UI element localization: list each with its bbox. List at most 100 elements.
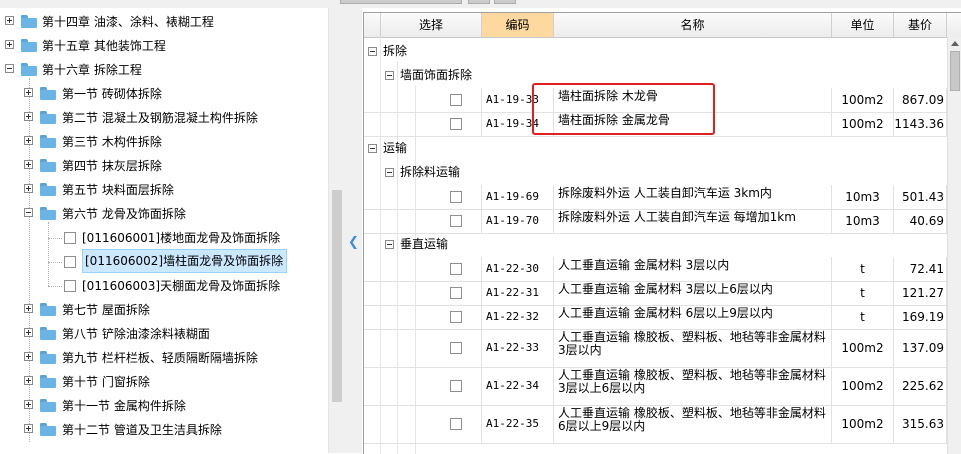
header-select[interactable]: 选择 bbox=[381, 13, 482, 37]
collapse-icon[interactable] bbox=[5, 64, 14, 73]
header-indent bbox=[364, 13, 381, 37]
cell-unit: 100m2 bbox=[832, 112, 894, 136]
grid-scrollbar[interactable] bbox=[947, 37, 961, 454]
expand-icon[interactable] bbox=[24, 184, 33, 193]
scroll-up-icon[interactable] bbox=[951, 41, 959, 46]
table-row[interactable]: A1-19-69 拆除废料外运 人工装自卸汽车运 3km内 10m3 501.43 bbox=[364, 185, 947, 210]
leaf-checkbox[interactable] bbox=[64, 256, 76, 268]
header-unit[interactable]: 单位 bbox=[832, 13, 894, 37]
expand-icon[interactable] bbox=[24, 376, 33, 385]
row-checkbox[interactable] bbox=[450, 94, 462, 106]
collapse-icon[interactable] bbox=[368, 47, 377, 56]
expand-icon[interactable] bbox=[24, 304, 33, 313]
folder-icon bbox=[40, 135, 56, 148]
expand-icon[interactable] bbox=[24, 160, 33, 169]
panel-splitter[interactable]: ❮ bbox=[346, 8, 362, 453]
tree-label: 第十五章 其他装饰工程 bbox=[42, 39, 166, 53]
cell-code: A1-19-70 bbox=[482, 209, 554, 233]
collapse-icon[interactable] bbox=[385, 240, 394, 249]
header-code[interactable]: 编码 bbox=[482, 13, 554, 37]
folder-icon bbox=[40, 327, 56, 340]
collapse-left-icon[interactable]: ❮ bbox=[348, 236, 359, 249]
row-checkbox[interactable] bbox=[450, 418, 462, 430]
header-name[interactable]: 名称 bbox=[554, 13, 832, 37]
toolbar-field[interactable] bbox=[340, 0, 462, 4]
cell-code: A1-22-30 bbox=[482, 257, 554, 281]
cell-select bbox=[416, 367, 482, 405]
tree-label: 第十四章 油漆、涂料、裱糊工程 bbox=[42, 15, 214, 29]
collapse-icon[interactable] bbox=[385, 168, 394, 177]
cell-name: 拆除废料外运 人工装自卸汽车运 3km内 bbox=[554, 185, 832, 209]
folder-icon bbox=[40, 399, 56, 412]
group-row-demolish[interactable]: 拆除 bbox=[364, 40, 947, 62]
table-row[interactable]: A1-22-30 人工垂直运输 金属材料 3层以内 t 72.41 bbox=[364, 257, 947, 282]
table-row[interactable]: A1-22-32 人工垂直运输 金属材料 6层以上9层以内 t 169.19 bbox=[364, 305, 947, 330]
tree-connector bbox=[29, 78, 30, 442]
cell-code: A1-22-31 bbox=[482, 281, 554, 305]
table-row[interactable]: A1-22-34 人工垂直运输 橡胶板、塑料板、地毡等非金属材料3层以上6层以内 1… bbox=[364, 367, 947, 406]
table-row[interactable]: A1-22-33 人工垂直运输 橡胶板、塑料板、地毡等非金属材料3层以内 100m2… bbox=[364, 329, 947, 368]
expand-icon[interactable] bbox=[5, 16, 14, 25]
collapse-icon[interactable] bbox=[385, 71, 394, 80]
tree-label: 第二节 混凝土及钢筋混凝土构件拆除 bbox=[62, 111, 258, 125]
expand-icon[interactable] bbox=[24, 328, 33, 337]
cell-unit: t bbox=[832, 305, 894, 329]
tree-label: 第十二节 管道及卫生洁具拆除 bbox=[62, 423, 222, 437]
cell-price: 72.41 bbox=[894, 257, 947, 281]
row-checkbox[interactable] bbox=[450, 311, 462, 323]
row-checkbox[interactable] bbox=[450, 342, 462, 354]
row-checkbox[interactable] bbox=[450, 118, 462, 130]
group-label: 拆除料运输 bbox=[400, 165, 461, 179]
folder-icon bbox=[40, 423, 56, 436]
toolbar-button[interactable] bbox=[494, 0, 516, 4]
expand-icon[interactable] bbox=[5, 40, 14, 49]
tree-scrollbar[interactable] bbox=[328, 8, 346, 453]
expand-icon[interactable] bbox=[24, 136, 33, 145]
cell-name: 人工垂直运输 金属材料 6层以上9层以内 bbox=[554, 305, 832, 329]
group-row-vertical[interactable]: 垂直运输 bbox=[364, 233, 947, 255]
cell-price: 501.43 bbox=[894, 185, 947, 209]
cell-unit: t bbox=[832, 281, 894, 305]
header-price[interactable]: 基价 bbox=[894, 13, 947, 37]
cell-unit: 100m2 bbox=[832, 88, 894, 112]
cell-price: 315.63 bbox=[894, 405, 947, 443]
grid-scrollbar-thumb[interactable] bbox=[950, 51, 960, 91]
collapse-icon[interactable] bbox=[368, 144, 377, 153]
row-checkbox[interactable] bbox=[450, 191, 462, 203]
table-row[interactable]: A1-19-70 拆除废料外运 人工装自卸汽车运 每增加1km 10m3 40.69 bbox=[364, 209, 947, 234]
cell-name: 人工垂直运输 橡胶板、塑料板、地毡等非金属材料3层以上6层以内 bbox=[554, 367, 832, 405]
leaf-checkbox[interactable] bbox=[64, 232, 76, 244]
leaf-checkbox[interactable] bbox=[64, 280, 76, 292]
toolbar-button[interactable] bbox=[468, 0, 490, 4]
cell-price: 1143.36 bbox=[894, 112, 947, 136]
expand-icon[interactable] bbox=[24, 88, 33, 97]
highlight-box bbox=[532, 83, 715, 135]
table-row[interactable]: A1-22-31 人工垂直运输 金属材料 3层以上6层以内 t 121.27 bbox=[364, 281, 947, 306]
cell-select bbox=[416, 112, 482, 136]
group-row-transport[interactable]: 运输 bbox=[364, 137, 947, 159]
expand-icon[interactable] bbox=[24, 112, 33, 121]
group-row-debris[interactable]: 拆除料运输 bbox=[364, 161, 947, 183]
tree-label: 第四节 抹灰层拆除 bbox=[62, 159, 162, 173]
tree-label: 第九节 栏杆栏板、轻质隔断隔墙拆除 bbox=[62, 351, 258, 365]
tree-label: 第一节 砖砌体拆除 bbox=[62, 87, 162, 101]
cell-price: 225.62 bbox=[894, 367, 947, 405]
table-row[interactable]: A1-22-35 人工垂直运输 橡胶板、塑料板、地毡等非金属材料6层以上9层以内 1… bbox=[364, 405, 947, 444]
row-checkbox[interactable] bbox=[450, 380, 462, 392]
expand-icon[interactable] bbox=[24, 424, 33, 433]
folder-icon bbox=[21, 63, 37, 76]
quota-grid: 选择 编码 名称 单位 基价 拆除 墙面饰面拆除 A1-19-33 墙柱面拆除 木龙骨… bbox=[363, 12, 961, 454]
tree-scrollbar-thumb[interactable] bbox=[332, 190, 342, 402]
cell-code: A1-22-34 bbox=[482, 367, 554, 405]
row-checkbox[interactable] bbox=[450, 263, 462, 275]
row-checkbox[interactable] bbox=[450, 215, 462, 227]
expand-icon[interactable] bbox=[24, 400, 33, 409]
row-checkbox[interactable] bbox=[450, 287, 462, 299]
collapse-icon[interactable] bbox=[24, 208, 33, 217]
tree-label: [011606002]墙柱面龙骨及饰面拆除 bbox=[82, 249, 288, 273]
cell-select bbox=[416, 257, 482, 281]
cell-name: 人工垂直运输 橡胶板、塑料板、地毡等非金属材料6层以上9层以内 bbox=[554, 405, 832, 443]
tree-label: 第七节 屋面拆除 bbox=[62, 303, 150, 317]
expand-icon[interactable] bbox=[24, 352, 33, 361]
cell-select bbox=[416, 305, 482, 329]
